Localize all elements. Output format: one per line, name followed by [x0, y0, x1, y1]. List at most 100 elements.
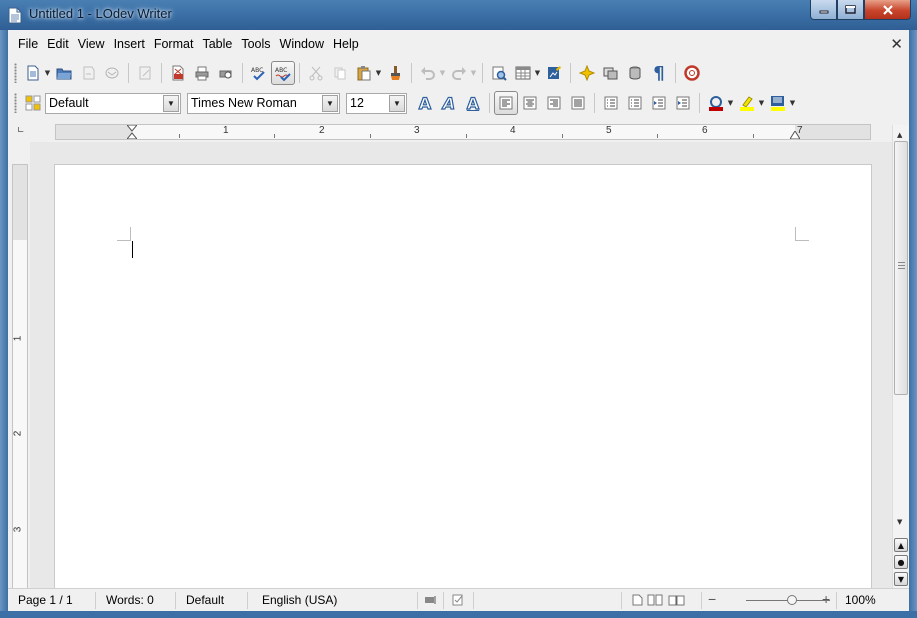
- save-button[interactable]: [76, 61, 100, 85]
- align-center-button[interactable]: [518, 91, 542, 115]
- menu-view[interactable]: View: [74, 37, 109, 51]
- cut-button[interactable]: [304, 61, 328, 85]
- styles-formatting-button[interactable]: [21, 91, 45, 115]
- copy-button[interactable]: [328, 61, 352, 85]
- decrease-indent-button[interactable]: [647, 91, 671, 115]
- left-indent-marker-icon[interactable]: [127, 125, 137, 139]
- ruler-number: 3: [12, 526, 24, 533]
- font-color-button[interactable]: [704, 91, 728, 115]
- new-document-button[interactable]: [21, 61, 45, 85]
- navigator-button[interactable]: [575, 61, 599, 85]
- book-view-icon[interactable]: [668, 594, 685, 606]
- scroll-up-arrow-icon[interactable]: ▲: [897, 131, 902, 139]
- email-button[interactable]: [100, 61, 124, 85]
- table-dropdown-arrow[interactable]: ▼: [533, 69, 542, 77]
- multi-page-view-icon[interactable]: [647, 594, 664, 606]
- data-sources-button[interactable]: [623, 61, 647, 85]
- zoom-in-icon[interactable]: +: [822, 591, 830, 607]
- redo-dropdown-arrow[interactable]: ▼: [469, 69, 478, 77]
- font-name-combo[interactable]: Times New Roman ▼: [187, 92, 340, 114]
- horizontal-ruler[interactable]: 1 2 3 4 5 6 7: [55, 124, 871, 140]
- insert-image-button[interactable]: [542, 61, 566, 85]
- status-words-cell[interactable]: Words: 0: [96, 591, 176, 609]
- help-button[interactable]: [680, 61, 704, 85]
- document-page[interactable]: [54, 164, 872, 588]
- paste-dropdown-arrow[interactable]: ▼: [374, 69, 383, 77]
- underline-button[interactable]: A: [461, 91, 485, 115]
- increase-indent-button[interactable]: [671, 91, 695, 115]
- export-pdf-button[interactable]: [166, 61, 190, 85]
- italic-button[interactable]: A: [437, 91, 461, 115]
- menu-file[interactable]: File: [14, 37, 42, 51]
- menu-table[interactable]: Table: [198, 37, 236, 51]
- close-document-button[interactable]: ✕: [890, 35, 903, 53]
- chevron-down-icon[interactable]: ▼: [322, 94, 338, 112]
- next-page-button[interactable]: ▼: [894, 572, 908, 586]
- align-left-button[interactable]: [494, 91, 518, 115]
- align-right-button[interactable]: [542, 91, 566, 115]
- highlighting-dropdown-arrow[interactable]: ▼: [757, 99, 766, 107]
- tab-stop-selector[interactable]: ∟: [17, 126, 25, 136]
- menu-window[interactable]: Window: [276, 37, 328, 51]
- spellcheck-button[interactable]: ABC: [247, 61, 271, 85]
- maximize-button[interactable]: [837, 0, 864, 20]
- zoom-level-cell[interactable]: 100%: [837, 592, 877, 609]
- highlighting-button[interactable]: [735, 91, 759, 115]
- zoom-slider-knob[interactable]: [787, 595, 797, 605]
- menu-tools[interactable]: Tools: [237, 37, 274, 51]
- chevron-down-icon[interactable]: ▼: [389, 94, 405, 112]
- undo-dropdown-arrow[interactable]: ▼: [438, 69, 447, 77]
- menu-help[interactable]: Help: [329, 37, 363, 51]
- redo-button[interactable]: [447, 61, 471, 85]
- toolbar-grip[interactable]: [14, 63, 17, 83]
- gallery-button[interactable]: [599, 61, 623, 85]
- scroll-down-arrow-icon[interactable]: ▼: [897, 518, 902, 526]
- undo-button[interactable]: [416, 61, 440, 85]
- single-page-view-icon[interactable]: [632, 594, 643, 606]
- edit-mode-button[interactable]: [133, 61, 157, 85]
- bold-button[interactable]: A: [413, 91, 437, 115]
- ruler-number: 5: [606, 125, 612, 136]
- status-page-style-cell[interactable]: Default: [176, 591, 248, 609]
- justify-button[interactable]: [566, 91, 590, 115]
- new-dropdown-arrow[interactable]: ▼: [43, 69, 52, 77]
- numbering-button[interactable]: [599, 91, 623, 115]
- autospellcheck-button[interactable]: ABC: [271, 61, 295, 85]
- document-modified-cell[interactable]: [444, 591, 474, 609]
- formatting-marks-button[interactable]: ¶: [647, 61, 671, 85]
- print-preview-button[interactable]: [214, 61, 238, 85]
- menu-format[interactable]: Format: [150, 37, 198, 51]
- menu-insert[interactable]: Insert: [110, 37, 149, 51]
- vertical-ruler[interactable]: 1 2 3: [12, 164, 28, 611]
- paste-button[interactable]: [352, 61, 376, 85]
- chevron-down-icon[interactable]: ▼: [163, 94, 179, 112]
- close-window-button[interactable]: [864, 0, 911, 20]
- scrollbar-thumb[interactable]: [894, 141, 908, 395]
- previous-page-button[interactable]: ▲: [894, 538, 908, 552]
- menu-edit[interactable]: Edit: [43, 37, 73, 51]
- background-color-button[interactable]: [766, 91, 790, 115]
- paragraph-style-combo[interactable]: Default ▼: [45, 92, 181, 114]
- writer-document-icon: [8, 7, 22, 24]
- bold-icon: A: [418, 93, 432, 113]
- font-size-combo[interactable]: 12 ▼: [346, 92, 407, 114]
- open-button[interactable]: [52, 61, 76, 85]
- find-replace-button[interactable]: [487, 61, 511, 85]
- insert-mode-cell[interactable]: [418, 591, 444, 609]
- pdf-icon: [172, 65, 184, 81]
- toolbar-grip[interactable]: [14, 93, 17, 113]
- clone-formatting-button[interactable]: [383, 61, 407, 85]
- minimize-button[interactable]: [810, 0, 837, 20]
- navigation-button[interactable]: ●: [894, 555, 908, 569]
- font-color-icon: [709, 96, 723, 111]
- print-direct-button[interactable]: [190, 61, 214, 85]
- zoom-out-icon[interactable]: −: [708, 591, 716, 607]
- image-icon: [548, 66, 561, 79]
- status-language-cell[interactable]: English (USA): [248, 591, 418, 609]
- bullets-button[interactable]: [623, 91, 647, 115]
- vertical-scrollbar[interactable]: ▲ ▼: [892, 125, 909, 588]
- status-page-cell[interactable]: Page 1 / 1: [8, 591, 96, 609]
- background-color-dropdown-arrow[interactable]: ▼: [788, 99, 797, 107]
- font-color-dropdown-arrow[interactable]: ▼: [726, 99, 735, 107]
- insert-table-button[interactable]: [511, 61, 535, 85]
